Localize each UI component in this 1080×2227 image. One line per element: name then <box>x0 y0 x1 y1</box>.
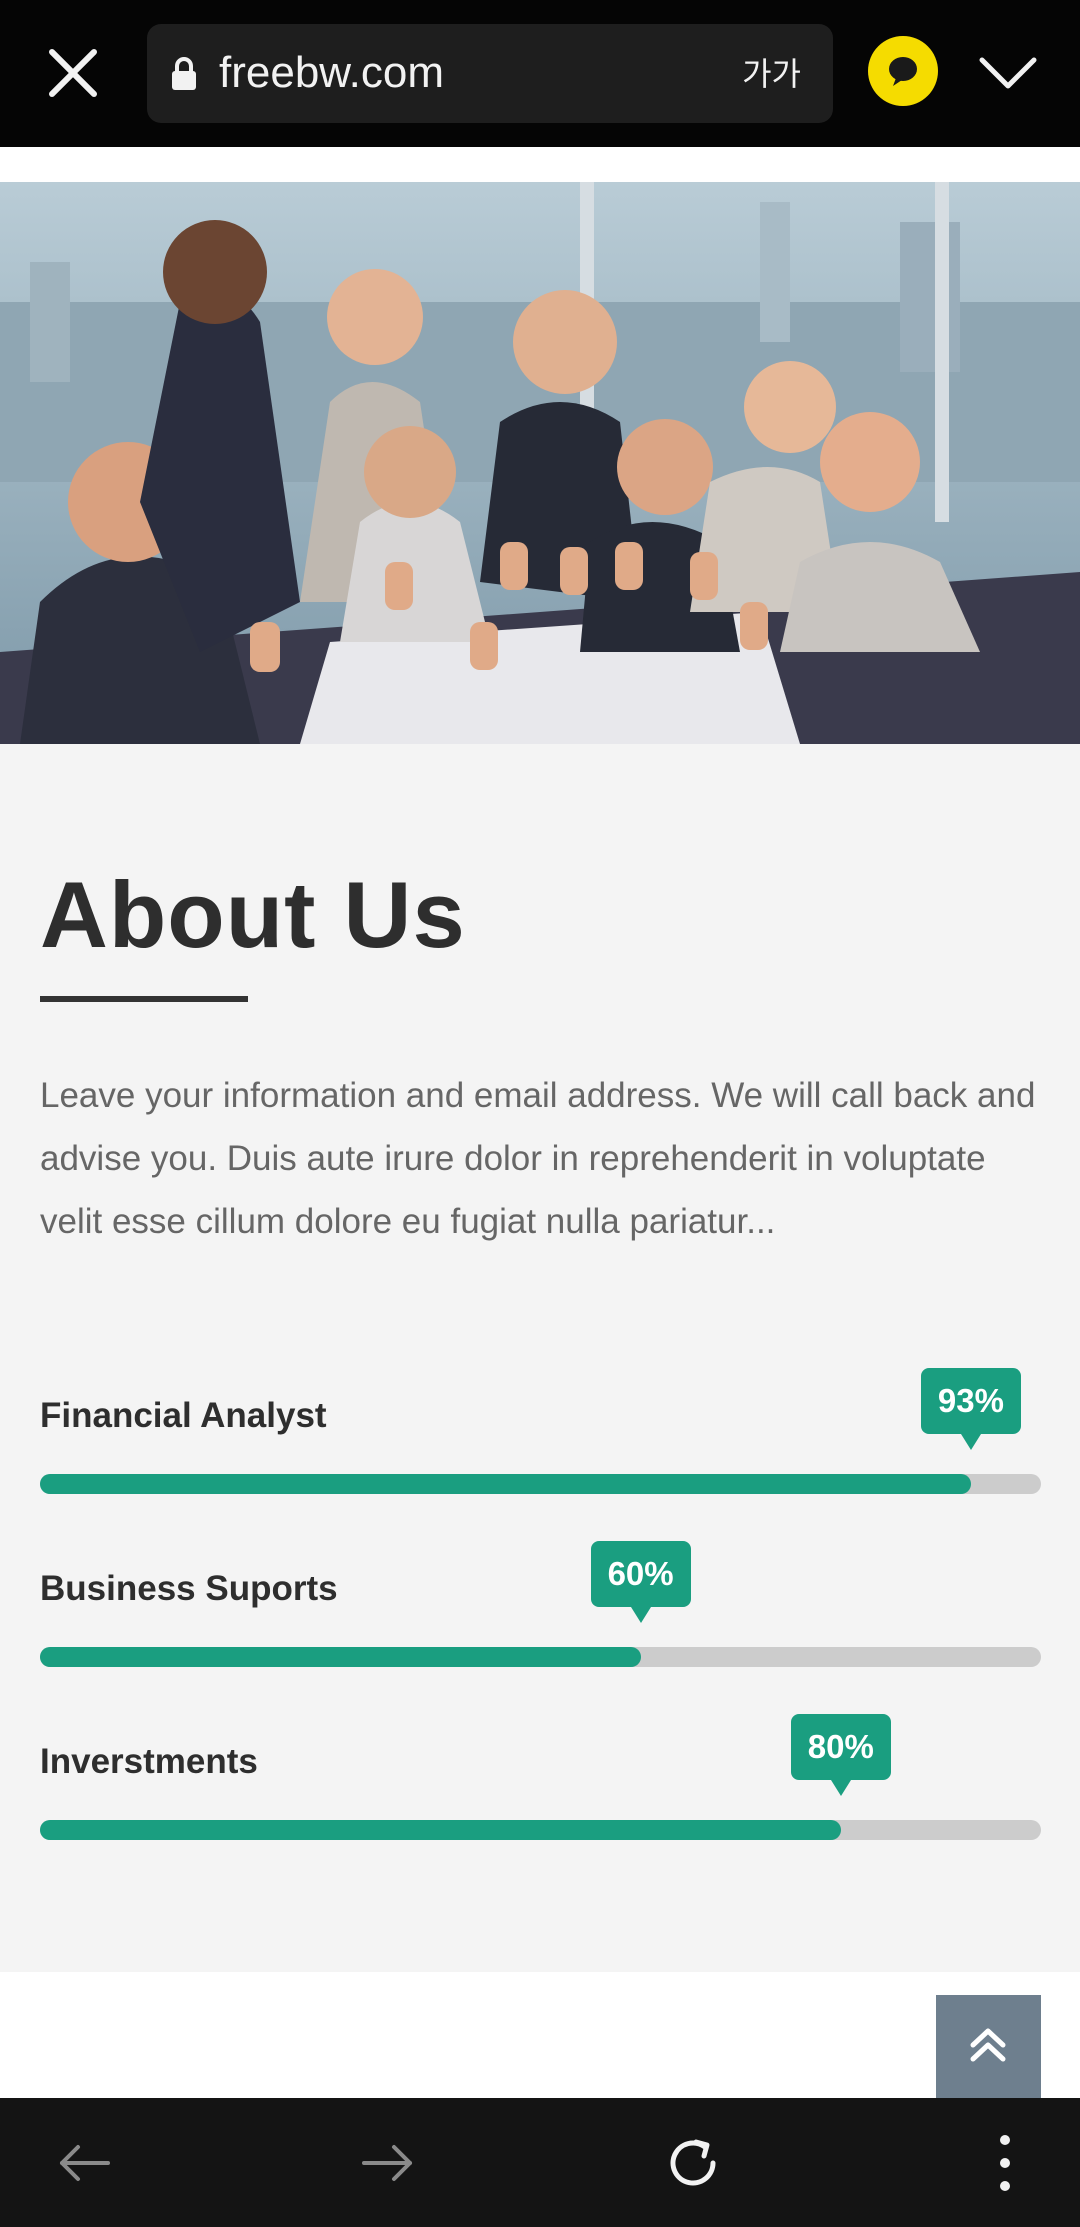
skill-bar-fill <box>40 1647 641 1667</box>
chevron-down-icon[interactable] <box>976 44 1040 100</box>
browser-top-bar: freebw.com 가가 <box>0 0 1080 147</box>
page-footer-area <box>0 1972 1080 2098</box>
lock-icon <box>169 56 199 92</box>
skill-label: Financial Analyst <box>40 1396 327 1435</box>
kakao-chat-icon[interactable] <box>868 36 938 106</box>
team-photo <box>0 182 1080 744</box>
skill-label: Business Suports <box>40 1569 338 1608</box>
skill-financial-analyst: Financial Analyst 93% <box>40 1368 1041 1514</box>
page-top-spacer <box>0 147 1080 182</box>
url-text: freebw.com <box>219 48 444 97</box>
about-description: Leave your information and email address… <box>40 1076 1036 1241</box>
about-title: About Us <box>40 862 466 967</box>
double-chevron-up-icon <box>970 2028 1006 2062</box>
skill-bar-fill <box>40 1820 841 1840</box>
title-underline <box>40 996 248 1002</box>
skill-percent-badge: 80% <box>790 1714 891 1796</box>
skill-bar-track: 93% <box>40 1368 1041 1494</box>
address-bar[interactable]: freebw.com 가가 <box>147 24 833 123</box>
skill-inverstments: Inverstments 80% <box>40 1714 1041 1860</box>
skill-bar-track: 60% <box>40 1541 1041 1667</box>
forward-arrow-icon[interactable] <box>352 2128 422 2198</box>
about-section: About Us Leave your information and emai… <box>0 744 1080 1972</box>
back-arrow-icon[interactable] <box>50 2128 120 2198</box>
skill-bar-fill <box>40 1474 971 1494</box>
close-icon[interactable] <box>40 40 106 106</box>
skill-percent-badge: 93% <box>920 1368 1021 1450</box>
skill-percent-badge: 60% <box>590 1541 691 1623</box>
reload-icon[interactable] <box>658 2128 728 2198</box>
scroll-to-top-button[interactable] <box>936 1995 1041 2098</box>
text-size-button[interactable]: 가가 <box>742 52 801 96</box>
browser-bottom-bar <box>0 2098 1080 2227</box>
skill-business-suports: Business Suports 60% <box>40 1541 1041 1687</box>
skill-bar-track: 80% <box>40 1714 1041 1840</box>
skill-label: Inverstments <box>40 1742 258 1781</box>
more-vertical-icon[interactable] <box>970 2128 1040 2198</box>
